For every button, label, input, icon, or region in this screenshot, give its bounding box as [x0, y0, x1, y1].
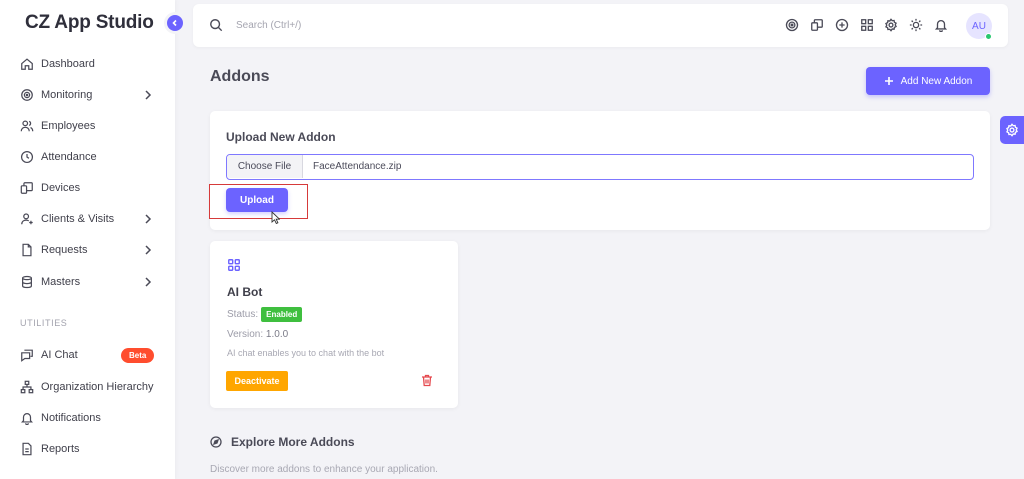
sidebar-item-label: Clients & Visits [41, 213, 115, 225]
database-icon [22, 275, 32, 289]
version-label: Version: [227, 329, 264, 340]
bell-icon[interactable] [934, 18, 948, 32]
sidebar-item-masters[interactable]: Masters [0, 270, 175, 294]
mouse-cursor-icon [271, 211, 280, 224]
clock-icon [20, 150, 34, 164]
sidebar-item-dashboard[interactable]: Dashboard [0, 52, 175, 76]
chevron-right-icon [145, 245, 152, 255]
sidebar-collapse-button[interactable] [167, 15, 183, 31]
target-icon [21, 89, 33, 101]
apps-grid-icon [228, 259, 240, 271]
file-input[interactable]: Choose File FaceAttendance.zip [226, 154, 974, 180]
devices-icon[interactable] [810, 18, 824, 32]
sidebar-item-label: Monitoring [41, 89, 93, 101]
bell-icon [21, 413, 33, 425]
status-label: Status: [227, 309, 259, 320]
report-icon [22, 442, 32, 456]
section-label-utilities: UTILITIES [20, 318, 68, 328]
devices-icon [20, 182, 33, 194]
sun-icon[interactable] [909, 18, 923, 32]
chevron-left-icon [172, 19, 177, 27]
online-status-dot [985, 33, 992, 40]
sidebar-item-monitoring[interactable]: Monitoring [0, 83, 175, 107]
upload-card-title: Upload New Addon [226, 130, 336, 144]
sidebar-item-label: Masters [41, 276, 81, 288]
search-icon [210, 19, 223, 32]
sidebar-item-label: Devices [41, 182, 81, 194]
users-icon [20, 120, 34, 132]
gear-icon [1006, 123, 1018, 137]
hierarchy-icon [20, 380, 34, 394]
sidebar-item-label: Dashboard [41, 58, 95, 70]
plus-circle-icon[interactable] [835, 18, 849, 32]
add-new-addon-button[interactable]: Add New Addon [866, 67, 990, 95]
compass-icon [210, 436, 222, 448]
user-icon [21, 213, 33, 225]
plus-icon [884, 77, 893, 85]
chevron-right-icon [145, 277, 152, 287]
addon-version-row: Version: 1.0.0 [227, 329, 288, 340]
chevron-right-icon [145, 90, 152, 100]
chat-icon [21, 349, 33, 362]
sidebar-item-reports[interactable]: Reports [0, 437, 175, 461]
status-badge: Enabled [261, 307, 303, 322]
trash-icon[interactable] [421, 374, 433, 387]
sidebar-item-employees[interactable]: Employees [0, 114, 175, 138]
sidebar-item-label: Attendance [41, 151, 97, 163]
beta-badge: Beta [121, 348, 155, 363]
upload-addon-card: Upload New Addon Choose File FaceAttenda… [210, 111, 990, 230]
version-value: 1.0.0 [265, 329, 289, 340]
gear-icon[interactable] [884, 18, 898, 32]
addon-name: AI Bot [227, 285, 263, 299]
sidebar-item-requests[interactable]: Requests [0, 238, 175, 262]
customizer-settings-button[interactable] [1000, 116, 1024, 144]
target-icon[interactable] [785, 18, 799, 32]
sidebar-item-attendance[interactable]: Attendance [0, 145, 175, 169]
page-title: Addons [210, 68, 270, 85]
sidebar: CZ App Studio Dashboard Monitoring Emplo… [0, 0, 175, 479]
sidebar-item-label: Organization Hierarchy [41, 381, 154, 393]
sidebar-item-organization-hierarchy[interactable]: Organization Hierarchy [0, 375, 175, 399]
explore-more-title: Explore More Addons [231, 435, 355, 449]
brand-title[interactable]: CZ App Studio [25, 12, 154, 34]
sidebar-item-label: Employees [41, 120, 96, 132]
addon-card: AI Bot Status: Enabled Version: 1.0.0 AI… [210, 241, 458, 408]
sidebar-item-label: AI Chat [41, 349, 78, 361]
apps-grid-icon[interactable] [860, 18, 874, 32]
chevron-right-icon [145, 214, 152, 224]
deactivate-button[interactable]: Deactivate [226, 371, 288, 391]
highlight-annotation [209, 184, 308, 219]
search-input[interactable] [236, 16, 536, 34]
addon-description: AI chat enables you to chat with the bot [227, 348, 385, 358]
selected-file-name: FaceAttendance.zip [313, 161, 402, 172]
sidebar-item-label: Notifications [41, 412, 101, 424]
top-bar: AU [193, 4, 1008, 47]
addon-status-row: Status: Enabled [227, 307, 303, 322]
choose-file-button[interactable]: Choose File [227, 155, 303, 178]
sidebar-item-ai-chat[interactable]: AI Chat Beta [0, 343, 175, 367]
sidebar-item-label: Reports [41, 443, 80, 455]
add-new-addon-label: Add New Addon [900, 75, 973, 87]
explore-more-subtitle: Discover more addons to enhance your app… [210, 464, 438, 475]
file-icon [22, 243, 32, 257]
sidebar-item-clients-visits[interactable]: Clients & Visits [0, 207, 175, 231]
sidebar-item-notifications[interactable]: Notifications [0, 406, 175, 430]
sidebar-item-label: Requests [41, 244, 88, 256]
sidebar-item-devices[interactable]: Devices [0, 176, 175, 200]
home-icon [21, 58, 33, 70]
